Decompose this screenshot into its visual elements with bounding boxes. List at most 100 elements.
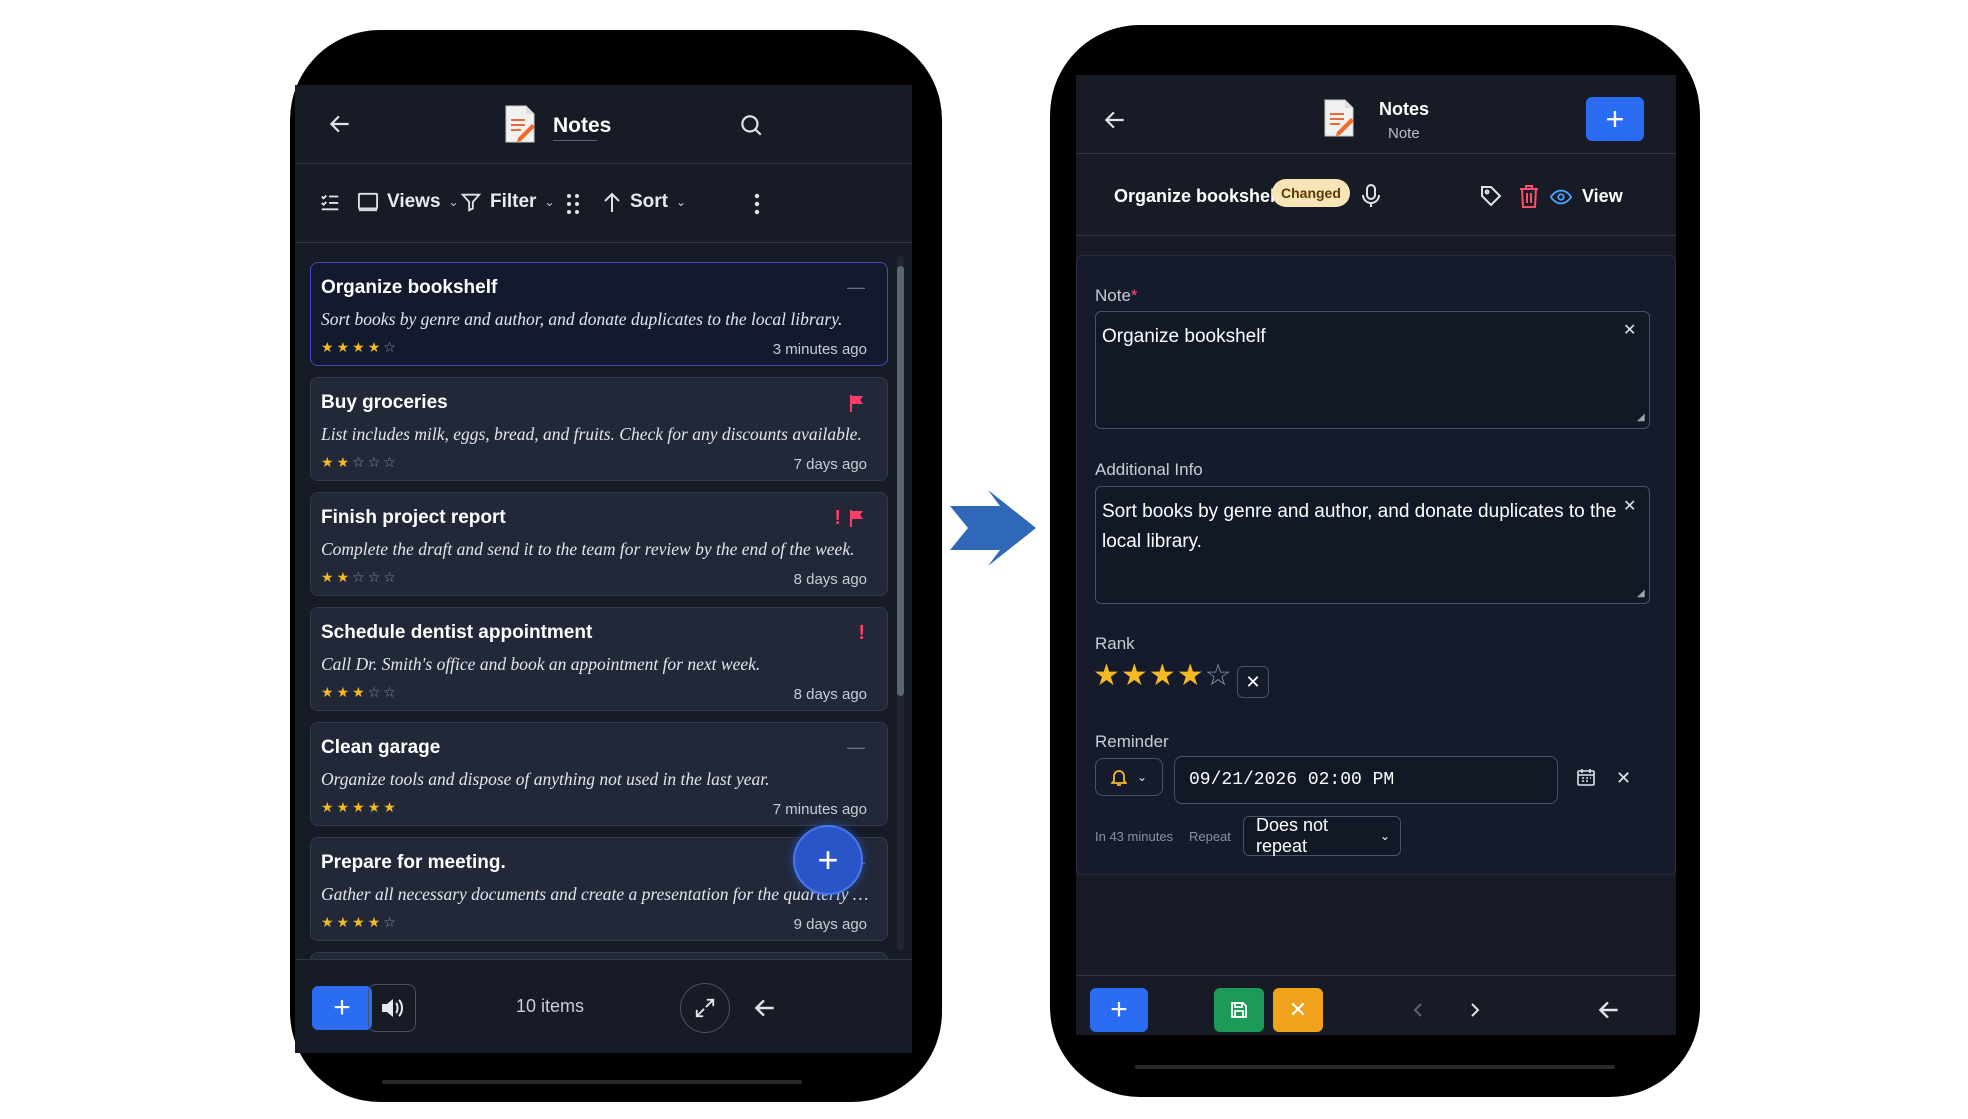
more-vertical-icon[interactable] — [745, 189, 769, 219]
notes-list-screen: Notes Views ⌄ Filter ⌄ Sort ⌄ Organize b… — [295, 85, 912, 1053]
note-card[interactable]: Organize bookshelf Sort books by genre an… — [310, 262, 888, 366]
note-card-title: Clean garage — [321, 737, 441, 758]
add-note-button[interactable]: + — [312, 986, 372, 1030]
star-filled-icon: ★ — [321, 339, 337, 355]
star-empty-icon: ☆ — [367, 454, 384, 470]
reminder-type-select[interactable]: ⌄ — [1095, 758, 1163, 796]
note-card[interactable]: Schedule dentist appointment Call Dr. Smi… — [310, 607, 888, 711]
page-title: Notes — [1379, 99, 1430, 119]
add-button[interactable]: + — [1586, 97, 1644, 141]
arrow-left-icon[interactable] — [1098, 103, 1132, 137]
star-empty-icon: ☆ — [383, 684, 399, 700]
expand-button[interactable] — [680, 983, 730, 1033]
note-card-timestamp: 7 days ago — [793, 456, 867, 473]
star-filled-icon[interactable]: ★ — [1093, 659, 1121, 692]
resize-grip-icon[interactable]: ◢ — [1637, 588, 1672, 872]
item-count: 10 items — [516, 996, 585, 1016]
chevron-left-icon[interactable] — [1406, 996, 1430, 1024]
rating-stars: ★★☆☆☆ — [321, 454, 399, 471]
chevron-down-icon: ⌄ — [448, 195, 459, 209]
chevron-down-icon: ⌄ — [544, 195, 555, 209]
transition-arrow-icon — [950, 490, 1036, 566]
star-empty-icon[interactable]: ☆ — [1205, 659, 1233, 692]
no-flag-icon: — — [847, 737, 865, 757]
flag-icon[interactable] — [849, 394, 865, 417]
repeat-label: Repeat — [1189, 829, 1231, 844]
note-value: Organize bookshelf — [1102, 326, 1266, 347]
drag-handle-icon[interactable] — [560, 189, 586, 219]
checklist-icon[interactable] — [315, 187, 345, 217]
no-flag-icon: — — [847, 277, 865, 297]
additional-info-field[interactable]: Sort books by genre and author, and dona… — [1095, 486, 1650, 604]
status-badge: Changed — [1272, 179, 1350, 207]
bell-icon — [1110, 770, 1127, 786]
arrow-left-icon[interactable] — [747, 990, 783, 1026]
calendar-icon[interactable] — [1573, 764, 1599, 790]
phone-frame-detail: Notes Note + Organize bookshelf Changed … — [1050, 25, 1700, 1097]
star-filled-icon: ★ — [321, 569, 337, 585]
view-button[interactable]: View — [1550, 186, 1623, 207]
microphone-icon[interactable] — [1358, 181, 1384, 211]
list-header: Notes — [295, 85, 912, 164]
star-filled-icon[interactable]: ★ — [1149, 659, 1177, 692]
rating-stars: ★★★★☆ — [321, 914, 399, 931]
cancel-button[interactable]: ✕ — [1273, 988, 1323, 1032]
note-card-description: Gather all necessary documents and creat… — [321, 884, 869, 904]
note-field[interactable]: Organize bookshelf — [1095, 311, 1650, 429]
chevron-down-icon: ⌄ — [1379, 829, 1390, 843]
star-filled-icon: ★ — [336, 799, 353, 815]
flag-icon[interactable] — [849, 509, 865, 532]
note-card[interactable]: Clean garage Organize tools and dispose o… — [310, 722, 888, 826]
views-menu[interactable]: Views ⌄ — [357, 191, 459, 213]
phone-bottom-bar — [1135, 1065, 1615, 1069]
notes-app-icon — [1322, 97, 1356, 139]
note-card[interactable]: Finish project report Complete the draft … — [310, 492, 888, 596]
clear-reminder-icon[interactable]: ✕ — [1616, 768, 1631, 789]
floating-add-button[interactable]: + — [793, 825, 863, 895]
clear-info-icon[interactable]: ✕ — [1623, 496, 1636, 516]
rank-stars[interactable]: ★★★★☆ — [1093, 658, 1233, 693]
star-filled-icon: ★ — [321, 454, 337, 470]
save-icon — [1231, 1002, 1247, 1018]
scrollbar[interactable] — [897, 256, 904, 951]
arrow-left-icon[interactable] — [1591, 992, 1627, 1028]
filter-menu[interactable]: Filter ⌄ — [460, 191, 555, 213]
sort-menu[interactable]: Sort ⌄ — [602, 191, 686, 213]
star-empty-icon: ☆ — [383, 914, 399, 930]
star-filled-icon: ★ — [321, 684, 337, 700]
star-filled-icon: ★ — [352, 684, 368, 700]
important-icon[interactable]: ! — [858, 622, 865, 645]
star-empty-icon: ☆ — [352, 454, 368, 470]
note-card-timestamp: 8 days ago — [793, 571, 867, 588]
tag-icon[interactable] — [1476, 181, 1506, 211]
chevron-right-icon[interactable] — [1463, 996, 1487, 1024]
clear-note-icon[interactable]: ✕ — [1623, 320, 1636, 340]
arrow-left-icon[interactable] — [323, 107, 357, 141]
note-card[interactable]: Buy groceries List includes milk, eggs, b… — [310, 377, 888, 481]
star-filled-icon: ★ — [383, 799, 399, 815]
trash-icon[interactable] — [1514, 181, 1544, 211]
detail-footer: + ✕ — [1076, 975, 1676, 1035]
star-filled-icon: ★ — [336, 454, 353, 470]
scroll-thumb[interactable] — [897, 266, 904, 696]
reminder-label: Reminder — [1095, 732, 1169, 751]
save-button[interactable] — [1214, 988, 1264, 1032]
star-filled-icon: ★ — [367, 799, 384, 815]
chevron-down-icon: ⌄ — [1136, 770, 1148, 784]
required-marker: * — [1130, 286, 1138, 305]
clear-rank-button[interactable]: ✕ — [1237, 666, 1269, 698]
star-filled-icon: ★ — [352, 799, 368, 815]
reminder-datetime-input[interactable]: 09/21/2026 02:00 PM — [1174, 756, 1558, 804]
list-footer: + 10 items — [295, 959, 912, 1053]
search-icon[interactable] — [733, 107, 769, 143]
add-button[interactable]: + — [1090, 988, 1148, 1032]
note-card[interactable] — [310, 952, 888, 959]
note-card-title: Finish project report — [321, 507, 506, 528]
speaker-button[interactable] — [368, 984, 416, 1032]
repeat-select[interactable]: Does not repeat ⌄ — [1243, 815, 1401, 856]
important-icon[interactable]: ! — [834, 507, 841, 530]
star-filled-icon[interactable]: ★ — [1177, 659, 1205, 692]
star-filled-icon[interactable]: ★ — [1121, 659, 1149, 692]
expand-icon — [695, 998, 715, 1018]
note-card-title: Organize bookshelf — [321, 277, 498, 298]
